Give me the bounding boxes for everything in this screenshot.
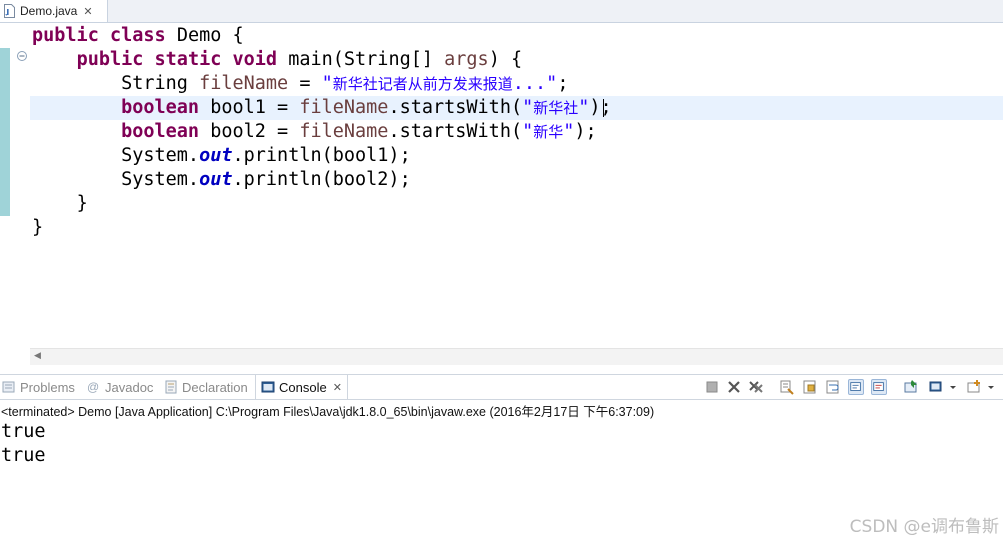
word-wrap-icon[interactable]: [825, 379, 841, 395]
display-selected-console-icon[interactable]: [928, 379, 944, 395]
scroll-left-icon[interactable]: ◀: [34, 351, 41, 361]
show-console-on-stdout-icon[interactable]: [848, 379, 864, 395]
code-line-8[interactable]: }: [32, 192, 88, 216]
code-line-4[interactable]: boolean bool1 = fileName.startsWith("新华社…: [32, 96, 612, 120]
remove-all-terminated-icon[interactable]: [748, 379, 764, 395]
tab-declaration[interactable]: Declaration: [164, 375, 248, 399]
tab-javadoc[interactable]: @ Javadoc: [87, 375, 153, 399]
code-line-6[interactable]: System.out.println(bool1);: [32, 144, 411, 168]
code-line-7[interactable]: System.out.println(bool2);: [32, 168, 411, 192]
open-console-icon[interactable]: [966, 379, 982, 395]
show-console-on-stderr-icon[interactable]: [871, 379, 887, 395]
editor-tab-demo-java[interactable]: Demo.java ✕: [0, 0, 108, 22]
watermark: CSDN @e调布鲁斯: [849, 517, 999, 537]
code-line-3[interactable]: String fileName = "新华社记者从前方发来报道...";: [32, 72, 568, 96]
java-file-icon: [4, 4, 15, 18]
view-tab-bar: Problems @ Javadoc Declaration Console ✕: [0, 374, 1003, 400]
tab-problems[interactable]: Problems: [2, 375, 75, 399]
scroll-lock-icon[interactable]: [802, 379, 818, 395]
code-line-1[interactable]: public class Demo {: [32, 24, 244, 48]
fold-collapse-icon[interactable]: [16, 50, 28, 62]
close-icon[interactable]: ✕: [83, 5, 92, 18]
editor-tab-bar: Demo.java ✕: [0, 0, 1003, 23]
chevron-down-icon[interactable]: [948, 379, 958, 395]
console-output-line[interactable]: true: [1, 420, 46, 444]
horizontal-scrollbar[interactable]: ◀: [30, 348, 1003, 365]
console-output-line[interactable]: true: [1, 444, 46, 468]
problems-icon: [2, 381, 15, 393]
console-icon: [261, 381, 275, 393]
code-editor[interactable]: Demo.java ✕ public class Demo { public s…: [0, 0, 1003, 366]
change-marker: [0, 48, 10, 216]
at-sign-icon: @: [87, 380, 100, 394]
code-line-9[interactable]: }: [32, 216, 43, 240]
chevron-down-icon[interactable]: [986, 379, 996, 395]
declaration-icon: [165, 380, 177, 394]
clear-console-icon[interactable]: [779, 379, 795, 395]
editor-tab-label: Demo.java: [20, 4, 78, 18]
close-icon[interactable]: ✕: [333, 381, 342, 394]
text-caret: [603, 99, 604, 117]
code-line-5[interactable]: boolean bool2 = fileName.startsWith("新华"…: [32, 120, 597, 144]
tab-console[interactable]: Console ✕: [255, 375, 348, 399]
code-line-2[interactable]: public static void main(String[] args) {: [32, 48, 523, 72]
remove-launch-icon[interactable]: [726, 379, 742, 395]
pin-console-icon[interactable]: [903, 379, 919, 395]
console-process-status: <terminated> Demo [Java Application] C:\…: [1, 405, 655, 419]
terminate-icon[interactable]: [704, 379, 720, 395]
